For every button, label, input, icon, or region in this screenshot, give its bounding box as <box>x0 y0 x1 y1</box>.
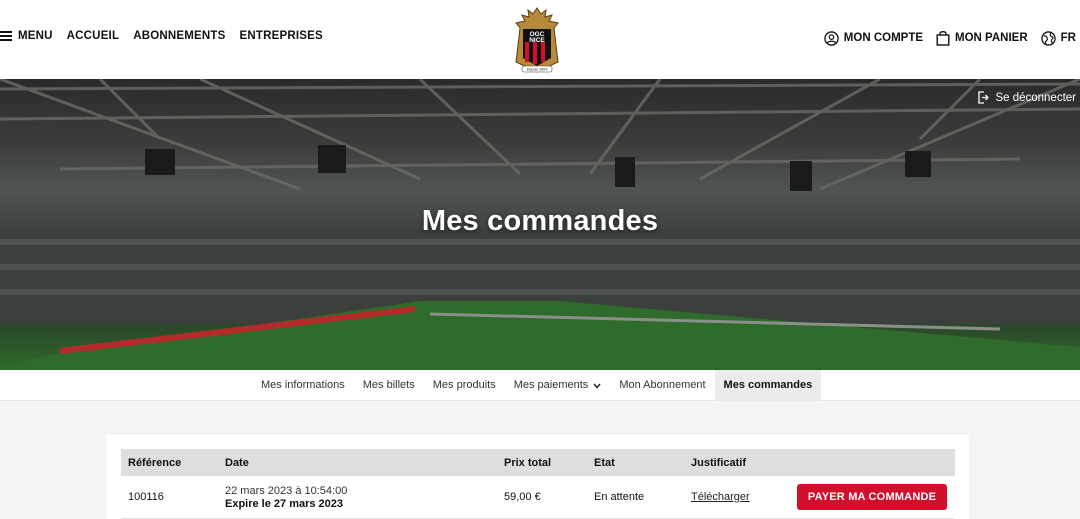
nav-link-accueil[interactable]: ACCUEIL <box>67 30 120 42</box>
globe-icon <box>1040 30 1056 46</box>
logout-label: Se déconnecter <box>995 91 1076 104</box>
table-row: 100116 22 mars 2023 à 10:54:00 Expire le… <box>121 476 955 519</box>
account-subnav: Mes informations Mes billets Mes produit… <box>0 370 1080 401</box>
tab-mes-billets[interactable]: Mes billets <box>354 370 424 401</box>
cart-link[interactable]: MON PANIER <box>936 30 1028 46</box>
user-icon <box>824 30 839 46</box>
stadium-roof-graphic <box>0 79 1080 191</box>
order-date: 22 mars 2023 à 10:54:00 <box>225 485 348 497</box>
ogc-nice-logo[interactable]: OGC NICE Depuis 1904 <box>508 6 566 74</box>
top-header: MENU ACCUEIL ABONNEMENTS ENTREPRISES OGC… <box>0 0 1080 79</box>
menu-label: MENU <box>18 30 53 42</box>
column-header-reference: Référence <box>128 457 182 469</box>
column-header-date: Date <box>225 457 249 469</box>
column-header-receipt: Justificatif <box>691 457 747 469</box>
hero-banner: Se déconnecter Mes commandes <box>0 79 1080 370</box>
logout-icon <box>978 91 990 104</box>
column-header-total: Prix total <box>504 457 552 469</box>
account-label: MON COMPTE <box>843 32 924 44</box>
order-status: En attente <box>594 491 645 503</box>
tab-mes-produits[interactable]: Mes produits <box>424 370 505 401</box>
pay-order-button[interactable]: PAYER MA COMMANDE <box>797 484 947 510</box>
account-link[interactable]: MON COMPTE <box>824 30 924 46</box>
logo-founded-text: Depuis 1904 <box>527 68 547 72</box>
nav-link-entreprises[interactable]: ENTREPRISES <box>239 30 322 42</box>
order-total: 59,00 € <box>504 491 541 503</box>
shopping-bag-icon <box>936 30 950 46</box>
orders-panel: Référence Date Prix total Etat Justifica… <box>107 435 969 519</box>
cart-label: MON PANIER <box>955 32 1028 44</box>
nav-link-abonnements[interactable]: ABONNEMENTS <box>133 30 225 42</box>
language-selector[interactable]: FR <box>1040 30 1076 46</box>
tab-mes-paiements[interactable]: Mes paiements <box>505 370 611 401</box>
tab-mes-informations[interactable]: Mes informations <box>252 370 354 401</box>
order-reference: 100116 <box>128 491 164 503</box>
language-label: FR <box>1060 32 1076 44</box>
tab-mes-paiements-label: Mes paiements <box>513 379 589 391</box>
user-nav: MON COMPTE MON PANIER FR <box>811 30 1076 46</box>
order-expiry: Expire le 27 mars 2023 <box>225 498 344 510</box>
logout-link[interactable]: Se déconnecter <box>977 91 1076 104</box>
orders-table-header: Référence Date Prix total Etat Justifica… <box>121 449 955 476</box>
tab-mes-commandes[interactable]: Mes commandes <box>714 370 822 401</box>
download-receipt-link[interactable]: Télécharger <box>691 491 750 503</box>
logo-text-nice: NICE <box>529 37 545 44</box>
main-nav: MENU ACCUEIL ABONNEMENTS ENTREPRISES <box>0 30 337 42</box>
stadium-stands-graphic <box>0 229 1080 370</box>
hamburger-icon <box>0 31 12 41</box>
page-title: Mes commandes <box>421 205 659 237</box>
chevron-down-icon <box>593 383 601 389</box>
tab-mon-abonnement[interactable]: Mon Abonnement <box>610 370 714 401</box>
column-header-status: Etat <box>594 457 615 469</box>
menu-button[interactable]: MENU <box>0 30 53 42</box>
